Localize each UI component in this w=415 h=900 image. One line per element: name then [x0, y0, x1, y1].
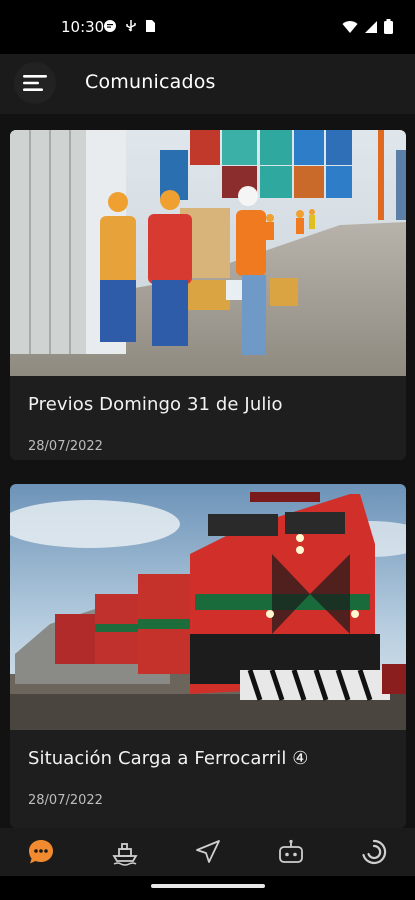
nav-item-bot[interactable] — [275, 836, 307, 868]
chat-icon — [29, 840, 53, 864]
message-icon — [104, 20, 116, 32]
bottom-navigation — [0, 828, 415, 876]
menu-button[interactable] — [14, 62, 56, 104]
navigation-icon — [196, 840, 220, 863]
status-system-icons — [342, 19, 393, 34]
robot-icon — [279, 839, 303, 863]
ship-icon — [112, 843, 138, 866]
nav-item-messages[interactable] — [25, 836, 57, 868]
card-image-workers — [10, 130, 406, 376]
menu-icon — [23, 75, 47, 91]
sim-icon — [146, 20, 155, 32]
card-date: 28/07/2022 — [28, 439, 103, 454]
battery-icon — [384, 19, 393, 34]
gesture-handle[interactable] — [151, 884, 265, 888]
announcement-list[interactable]: Previos Domingo 31 de Julio 28/07/2022 S… — [0, 114, 415, 828]
status-time: 10:30 — [61, 18, 105, 36]
announcement-card[interactable]: Situación Carga a Ferrocarril ④ 28/07/20… — [10, 484, 406, 828]
status-notification-icons — [103, 19, 156, 33]
card-title: Previos Domingo 31 de Julio — [28, 394, 283, 415]
usb-icon — [126, 20, 136, 32]
app-bar: Comunicados — [0, 54, 415, 114]
card-title: Situación Carga a Ferrocarril ④ — [28, 748, 309, 769]
nav-item-shipping[interactable] — [109, 836, 141, 868]
card-image-train — [10, 484, 406, 730]
page-title: Comunicados — [85, 71, 216, 93]
system-gesture-area — [0, 876, 415, 900]
nav-item-navigation[interactable] — [192, 836, 224, 868]
card-date: 28/07/2022 — [28, 793, 103, 808]
signal-icon — [365, 20, 377, 33]
wifi-icon — [342, 20, 358, 33]
loading-icon — [362, 839, 387, 865]
nav-item-loading[interactable] — [358, 836, 390, 868]
status-bar: 10:30 — [0, 0, 415, 54]
announcement-card[interactable]: Previos Domingo 31 de Julio 28/07/2022 — [10, 130, 406, 460]
